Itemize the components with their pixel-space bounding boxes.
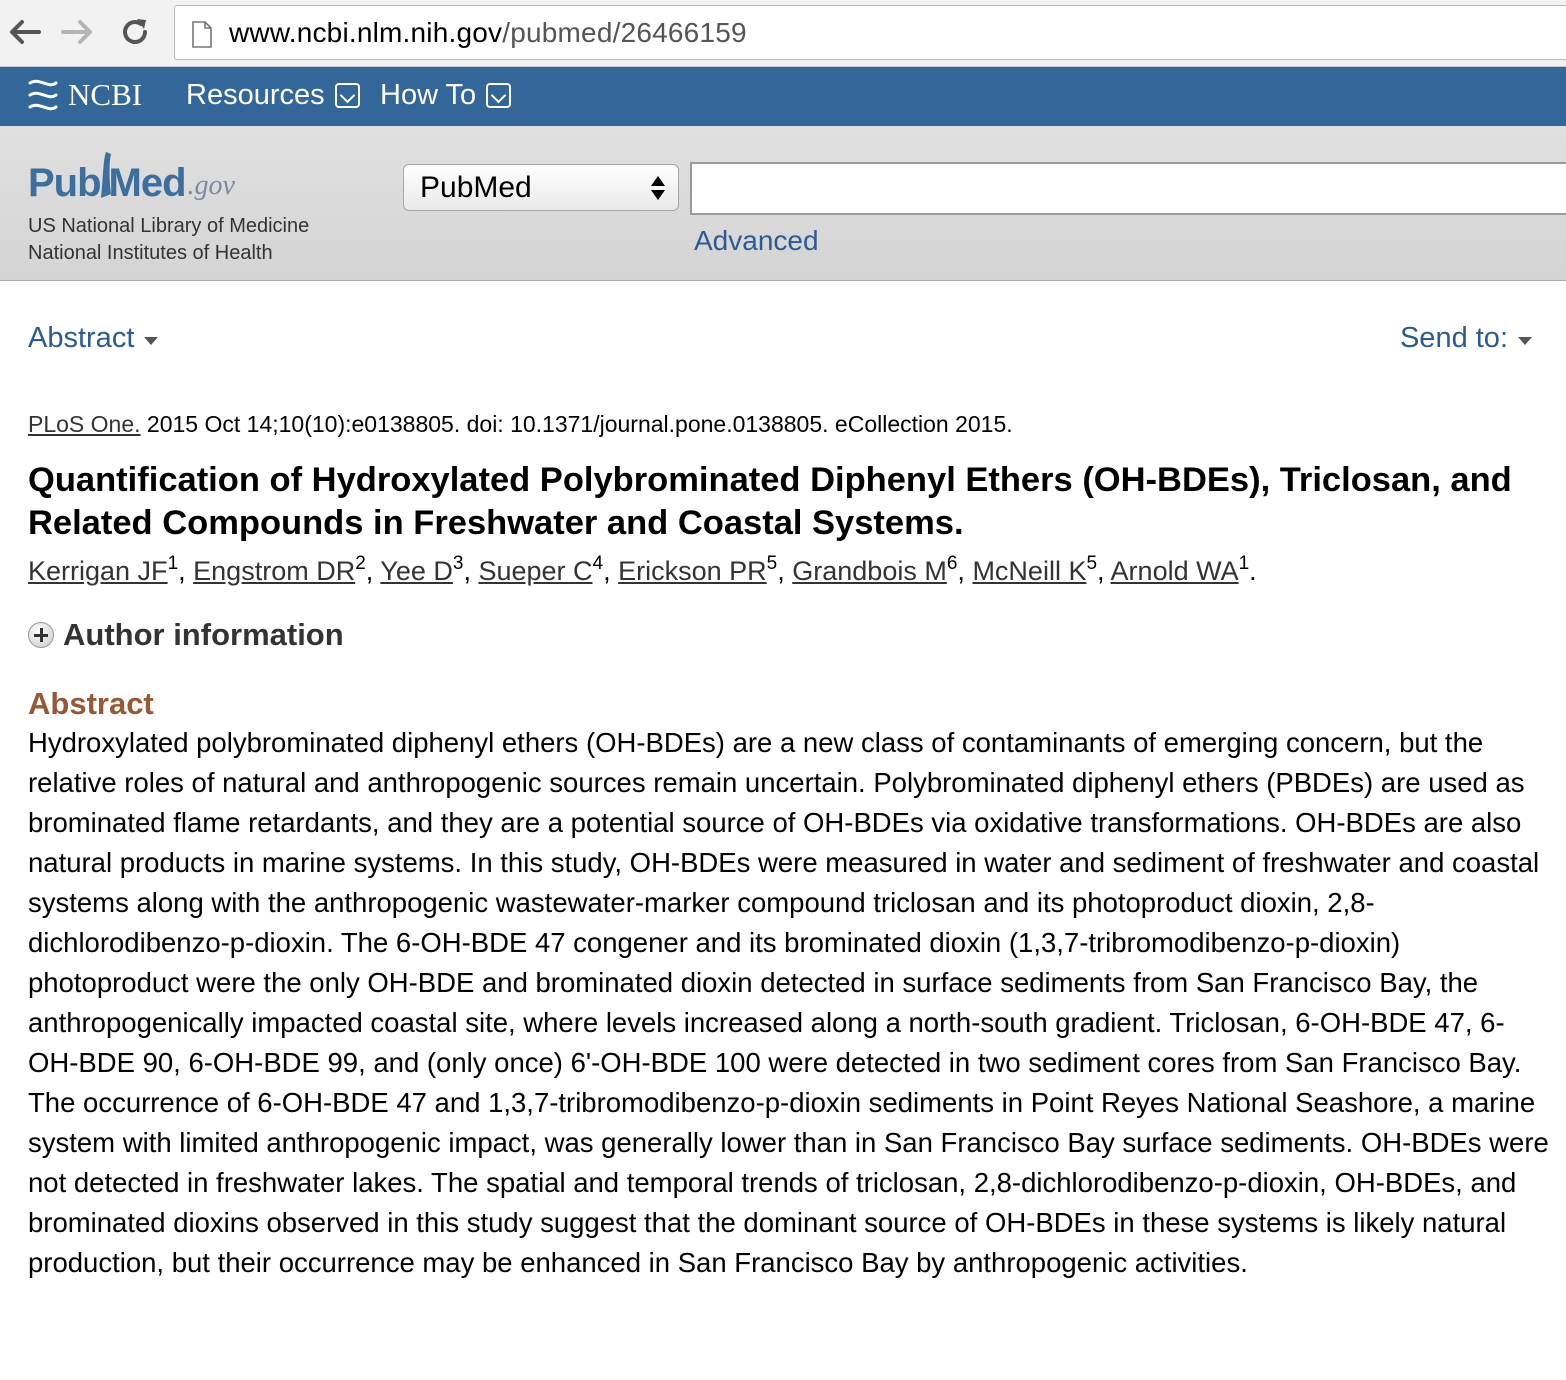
affiliation-number: 3	[452, 553, 464, 574]
forward-arrow-icon[interactable]	[60, 14, 96, 50]
author-list: Kerrigan JF1, Engstrom DR2, Yee D3, Suep…	[28, 553, 1257, 586]
ncbi-header: NCBI Resources How To	[0, 67, 1566, 126]
abstract-text: Hydroxylated polybrominated diphenyl eth…	[28, 727, 1549, 1278]
send-to-label: Send to:	[1399, 322, 1508, 354]
pubmed-logo[interactable]: Pub Med .gov	[28, 148, 235, 206]
url-host: www.ncbi.nlm.nih.gov	[229, 17, 503, 48]
affiliation-number: 1	[167, 553, 179, 574]
author-information-toggle[interactable]: Author information	[28, 617, 344, 653]
resources-menu-label: Resources	[186, 79, 325, 111]
author-link[interactable]: Kerrigan JF	[28, 556, 168, 586]
pubmed-logo-gov: .gov	[187, 170, 235, 201]
database-select-value: PubMed	[420, 171, 532, 204]
url-text: www.ncbi.nlm.nih.gov/pubmed/26466159	[229, 17, 747, 49]
search-input[interactable]	[690, 162, 1566, 215]
abstract-heading: Abstract	[28, 686, 154, 721]
pubmed-logo-med: Med	[108, 161, 187, 205]
library-line-1: US National Library of Medicine	[28, 215, 310, 237]
pubmed-logo-pub: Pub	[28, 161, 102, 205]
author-link[interactable]: Sueper C	[478, 556, 592, 586]
ncbi-helix-icon	[28, 79, 58, 111]
affiliation-number: 5	[766, 553, 778, 574]
author-link[interactable]: McNeill K	[972, 556, 1086, 586]
affiliation-number: 6	[946, 553, 958, 574]
browser-toolbar: www.ncbi.nlm.nih.gov/pubmed/26466159	[0, 0, 1566, 67]
citation-line: PLoS One. 2015 Oct 14;10(10):e0138805. d…	[28, 411, 1013, 438]
chevron-down-icon	[334, 83, 360, 108]
author-link[interactable]: Erickson PR	[618, 556, 767, 586]
author-link[interactable]: Yee D	[380, 556, 453, 586]
back-arrow-icon[interactable]	[6, 14, 42, 50]
affiliation-number: 1	[1238, 553, 1250, 574]
affiliation-number: 4	[592, 553, 604, 574]
page-icon	[192, 21, 212, 48]
chevron-down-icon	[486, 83, 512, 108]
author-link[interactable]: Arnold WA	[1111, 556, 1239, 586]
affiliation-number: 2	[355, 553, 366, 574]
library-line-2: National Institutes of Health	[28, 242, 273, 264]
how-to-menu-label: How To	[380, 79, 477, 111]
how-to-menu[interactable]: How To	[380, 79, 512, 112]
author-link[interactable]: Grandbois M	[792, 556, 947, 586]
article-title: Quantification of Hydroxylated Polybromi…	[28, 461, 1512, 542]
affiliation-number: 5	[1086, 553, 1098, 574]
reload-icon[interactable]	[117, 14, 153, 50]
citation-details: 2015 Oct 14;10(10):e0138805. doi: 10.137…	[140, 411, 1013, 437]
address-bar[interactable]: www.ncbi.nlm.nih.gov/pubmed/26466159	[174, 5, 1566, 60]
ncbi-logo-text: NCBI	[68, 77, 143, 112]
caret-down-icon	[1518, 336, 1532, 345]
author-information-label: Author information	[63, 617, 344, 652]
format-label: Abstract	[28, 322, 135, 354]
ncbi-logo[interactable]: NCBI	[26, 77, 142, 113]
expand-plus-icon	[28, 622, 54, 648]
caret-down-icon	[144, 336, 159, 345]
send-to-dropdown[interactable]: Send to:	[1400, 322, 1532, 355]
library-credit: US National Library of Medicine National…	[28, 213, 309, 267]
select-arrows-icon	[651, 176, 665, 200]
journal-link[interactable]: PLoS One.	[28, 411, 141, 437]
pubmed-header: Pub Med .gov US National Library of Medi…	[0, 126, 1566, 281]
url-path: /pubmed/26466159	[502, 17, 747, 48]
database-select[interactable]: PubMed	[403, 164, 679, 211]
author-link[interactable]: Engstrom DR	[193, 556, 355, 586]
advanced-search-link[interactable]: Advanced	[694, 225, 819, 257]
resources-menu[interactable]: Resources	[186, 79, 360, 112]
format-dropdown[interactable]: Abstract	[28, 322, 159, 355]
